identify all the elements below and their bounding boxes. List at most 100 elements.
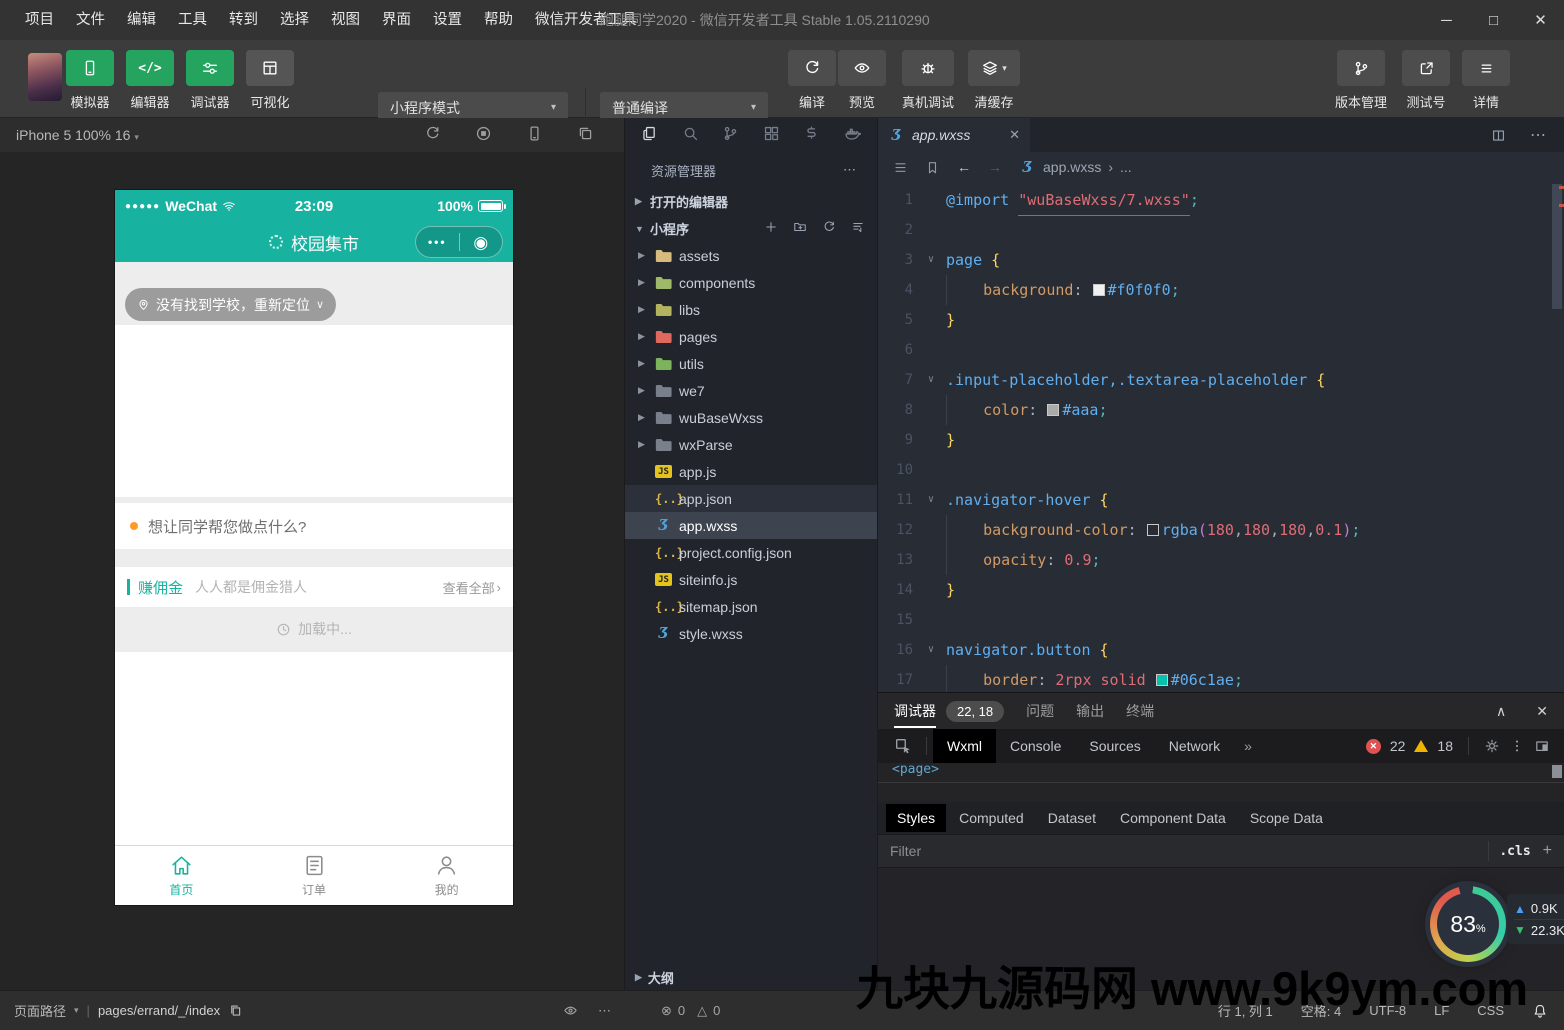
bell-icon[interactable] <box>1532 1003 1548 1019</box>
statusbar-problems[interactable]: ⊗ 0 △ 0 <box>625 1003 878 1019</box>
tree-item-app.json[interactable]: {..} app.json <box>625 485 877 512</box>
commission-section-header[interactable]: 赚佣金 人人都是佣金猎人 查看全部 › <box>115 567 513 607</box>
add-style-icon[interactable]: + <box>1543 842 1552 860</box>
sim-windows-icon[interactable] <box>577 125 594 145</box>
action-详情[interactable]: 详情 <box>1458 50 1514 111</box>
more-panels-icon[interactable]: » <box>1234 738 1262 754</box>
activity-blocks-icon[interactable] <box>763 125 780 145</box>
debugger-tab-终端[interactable]: 终端 <box>1126 693 1154 729</box>
phone-tab-我的[interactable]: 我的 <box>380 846 513 905</box>
close-button[interactable]: ✕ <box>1517 0 1564 40</box>
back-icon[interactable]: ← <box>957 159 971 175</box>
toggle-编辑器[interactable]: </> 编辑器 <box>126 50 174 111</box>
eye-icon[interactable] <box>563 1003 578 1018</box>
fold-chevron-icon[interactable]: ∨ <box>928 365 946 395</box>
tree-item-components[interactable]: ▶ components <box>625 269 877 296</box>
tree-item-sitemap.json[interactable]: {..} sitemap.json <box>625 593 877 620</box>
project-collapse-icon[interactable] <box>851 220 865 237</box>
debugger-tab-问题[interactable]: 问题 <box>1026 693 1054 729</box>
tree-item-we7[interactable]: ▶ we7 <box>625 377 877 404</box>
menu-item[interactable]: 工具 <box>167 12 218 28</box>
editor-tab-app-wxss[interactable]: Ʒ app.wxss ✕ <box>878 118 1030 152</box>
activity-stash-icon[interactable] <box>803 125 820 145</box>
tree-item-pages[interactable]: ▶ pages <box>625 323 877 350</box>
action-测试号[interactable]: 测试号 <box>1398 50 1454 111</box>
menu-item[interactable]: 界面 <box>371 12 422 28</box>
menu-item[interactable]: 设置 <box>422 12 473 28</box>
breadcrumb-file[interactable]: app.wxss <box>1043 159 1101 175</box>
devtools-tab-Network[interactable]: Network <box>1155 729 1234 763</box>
tree-item-wuBaseWxss[interactable]: ▶ wuBaseWxss <box>625 404 877 431</box>
fold-chevron-icon[interactable]: ∨ <box>928 635 946 665</box>
activity-files-icon[interactable] <box>641 125 658 145</box>
action-编译[interactable]: 编译 <box>788 50 836 111</box>
close-panel-icon[interactable]: ✕ <box>1536 703 1548 720</box>
banner-placeholder[interactable] <box>115 325 513 497</box>
tree-item-app.js[interactable]: JS app.js <box>625 458 877 485</box>
cls-toggle[interactable]: .cls <box>1499 844 1530 859</box>
outline-section[interactable]: ▶ 大纲 <box>625 964 877 990</box>
devtools-tab-Console[interactable]: Console <box>996 729 1075 763</box>
wxml-dom-view[interactable]: <page> <box>878 763 1564 783</box>
dock-icon[interactable] <box>1534 738 1550 754</box>
style-tab-Component-Data[interactable]: Component Data <box>1109 804 1237 832</box>
more-actions-icon[interactable]: ⋯ <box>843 162 857 178</box>
list-icon[interactable] <box>893 160 908 175</box>
inspect-element-icon[interactable] <box>894 737 912 755</box>
kebab-menu-icon[interactable] <box>1509 738 1525 754</box>
filter-input[interactable] <box>890 843 1479 859</box>
devtools-tab-Wxml[interactable]: Wxml <box>933 729 996 763</box>
style-tab-Styles[interactable]: Styles <box>886 804 947 832</box>
toggle-可视化[interactable]: 可视化 <box>246 50 294 111</box>
breadcrumb-rest[interactable]: ... <box>1120 159 1132 175</box>
toggle-调试器[interactable]: 调试器 <box>186 50 234 111</box>
menu-item[interactable]: 项目 <box>14 12 65 28</box>
project-new-folder-icon[interactable] <box>793 220 807 237</box>
tree-item-wxParse[interactable]: ▶ wxParse <box>625 431 877 458</box>
project-refresh-icon[interactable] <box>822 220 836 237</box>
tree-item-libs[interactable]: ▶ libs <box>625 296 877 323</box>
tree-item-siteinfo.js[interactable]: JS siteinfo.js <box>625 566 877 593</box>
menu-item[interactable]: 编辑 <box>116 12 167 28</box>
gear-icon[interactable] <box>1484 738 1500 754</box>
fold-chevron-icon[interactable]: ∨ <box>928 245 946 275</box>
maximize-button[interactable]: □ <box>1470 0 1517 40</box>
editor-scrollbar[interactable] <box>1550 182 1564 692</box>
menu-item[interactable]: 转到 <box>218 12 269 28</box>
action-清缓存[interactable]: ▾ 清缓存 <box>964 50 1024 111</box>
device-selector[interactable]: iPhone 5 100% 16 ▾ <box>16 127 139 143</box>
collapse-panel-icon[interactable]: ∧ <box>1496 703 1506 720</box>
tree-item-utils[interactable]: ▶ utils <box>625 350 877 377</box>
action-真机调试[interactable]: 真机调试 <box>896 50 960 111</box>
style-tab-Dataset[interactable]: Dataset <box>1037 804 1107 832</box>
style-tab-Scope-Data[interactable]: Scope Data <box>1239 804 1334 832</box>
tree-item-assets[interactable]: ▶ assets <box>625 242 877 269</box>
location-pill[interactable]: 没有找到学校，重新定位 ∨ <box>125 288 337 321</box>
devtools-tab-Sources[interactable]: Sources <box>1075 729 1154 763</box>
more-menu-button[interactable]: ••• <box>416 235 459 249</box>
copy-icon[interactable] <box>228 1003 243 1018</box>
action-预览[interactable]: 预览 <box>838 50 886 111</box>
task-prompt-row[interactable]: 想让同学帮您做点什么? <box>115 503 513 549</box>
project-new-file-icon[interactable] <box>764 220 778 237</box>
close-tab-icon[interactable]: ✕ <box>1009 127 1020 143</box>
close-app-button[interactable]: ◉ <box>460 234 503 251</box>
sim-stop-icon[interactable] <box>475 125 492 145</box>
page-path[interactable]: pages/errand/_/index <box>98 1003 220 1018</box>
debugger-tab-输出[interactable]: 输出 <box>1076 693 1104 729</box>
forward-icon[interactable]: → <box>988 159 1002 175</box>
open-editors-section[interactable]: ▶ 打开的编辑器 <box>625 188 877 215</box>
editor-more-icon[interactable]: ⋯ <box>1530 125 1546 145</box>
tree-item-style.wxss[interactable]: Ʒ style.wxss <box>625 620 877 647</box>
tree-item-project.config.json[interactable]: {..} project.config.json <box>625 539 877 566</box>
activity-search-icon[interactable] <box>682 125 699 145</box>
phone-tab-订单[interactable]: 订单 <box>248 846 381 905</box>
path-more-icon[interactable]: ⋯ <box>598 1003 611 1019</box>
project-section[interactable]: ▼ 小程序 <box>625 215 877 242</box>
sim-refresh-icon[interactable] <box>424 125 441 145</box>
view-all-link[interactable]: 查看全部 › <box>443 578 501 597</box>
avatar[interactable] <box>28 53 62 101</box>
path-label[interactable]: 页面路径 <box>14 1001 66 1020</box>
style-tab-Computed[interactable]: Computed <box>948 804 1035 832</box>
menu-item[interactable]: 选择 <box>269 12 320 28</box>
